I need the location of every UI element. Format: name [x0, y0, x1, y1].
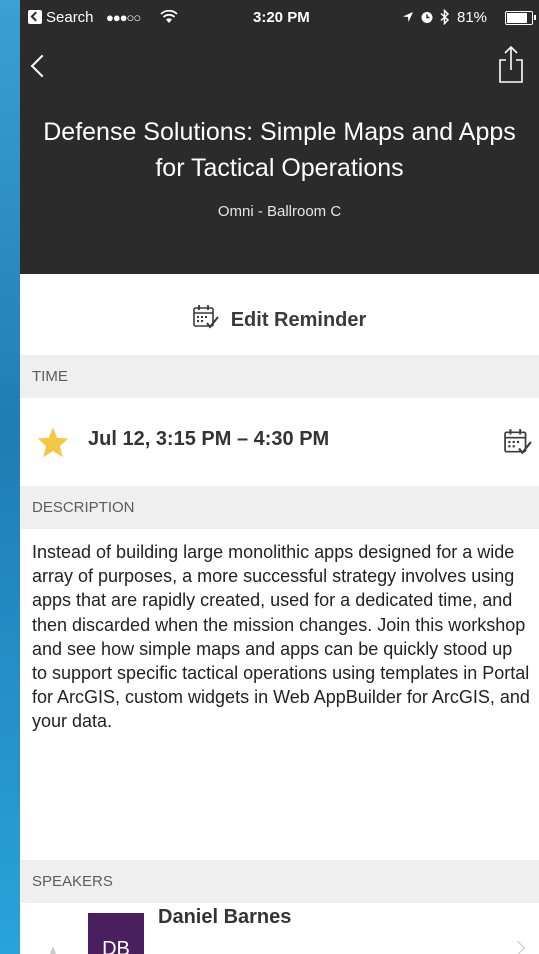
app-screen: Search ●●●○○ 3:20 PM 81% Defense Solutio…: [20, 0, 539, 954]
clock: 3:20 PM: [253, 9, 310, 26]
session-header: Search ●●●○○ 3:20 PM 81% Defense Solutio…: [20, 0, 539, 274]
time-row: Jul 12, 3:15 PM – 4:30 PM: [20, 398, 539, 486]
speaker-row[interactable]: DB Daniel Barnes: [20, 903, 539, 954]
session-description: Instead of building large monolithic app…: [32, 542, 530, 732]
chevron-right-icon: [510, 940, 526, 954]
alarm-icon: [421, 12, 433, 23]
session-time: Jul 12, 3:15 PM – 4:30 PM: [88, 428, 330, 450]
add-to-calendar-icon[interactable]: [503, 428, 533, 456]
speakers-section-header: SPEAKERS: [20, 860, 539, 903]
edit-reminder-label: Edit Reminder: [230, 309, 367, 331]
time-section-header: TIME: [20, 355, 539, 398]
back-to-app-icon[interactable]: [28, 10, 42, 24]
speaker-favorite-star-icon[interactable]: [36, 945, 70, 954]
back-to-app-label[interactable]: Search: [46, 9, 94, 26]
background-wallpaper: [0, 0, 20, 954]
edit-reminder-button[interactable]: Edit Reminder: [20, 274, 539, 356]
session-title: Defense Solutions: Simple Maps and Apps …: [43, 118, 516, 182]
cell-signal-icon: ●●●○○: [106, 10, 141, 25]
back-icon[interactable]: [30, 54, 54, 78]
location-arrow-icon: [403, 12, 413, 22]
description-section-header: DESCRIPTION: [20, 486, 539, 529]
battery-percent: 81%: [457, 9, 488, 26]
calendar-check-icon: [192, 305, 219, 329]
status-bar: Search ●●●○○ 3:20 PM 81%: [20, 0, 539, 36]
favorite-star-icon[interactable]: [36, 426, 70, 458]
session-location: Omni - Ballroom C: [217, 203, 342, 220]
share-icon[interactable]: [497, 44, 525, 84]
speaker-name: Daniel Barnes: [158, 906, 292, 928]
bluetooth-icon: [440, 9, 450, 25]
speaker-avatar: DB: [88, 913, 144, 954]
battery-icon: [505, 11, 536, 25]
wifi-icon: [160, 10, 178, 23]
